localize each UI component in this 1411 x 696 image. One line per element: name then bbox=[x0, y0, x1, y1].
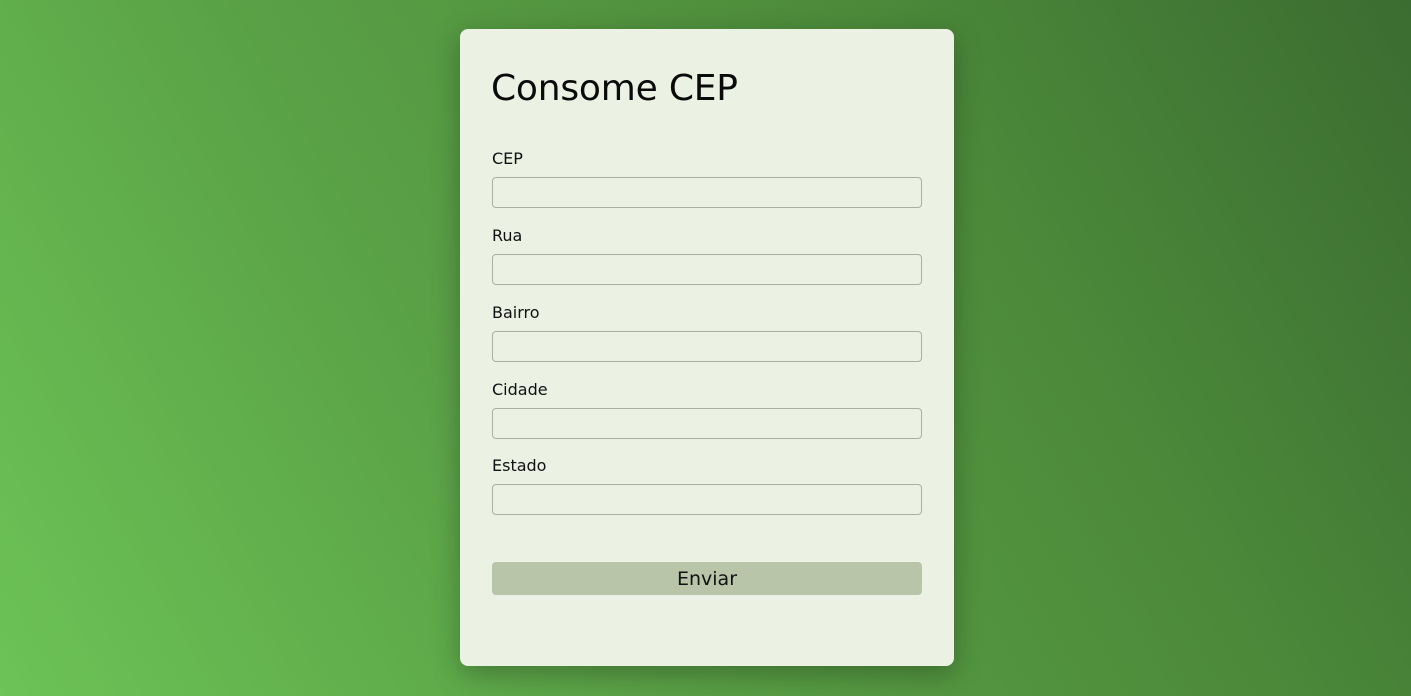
submit-button[interactable]: Enviar bbox=[492, 562, 922, 595]
cidade-input[interactable] bbox=[492, 408, 922, 439]
cep-label: CEP bbox=[492, 149, 523, 168]
estado-input[interactable] bbox=[492, 484, 922, 515]
cep-form-card: Consome CEP CEP Rua Bairro Cidade Estado… bbox=[460, 29, 954, 666]
cep-input[interactable] bbox=[492, 177, 922, 208]
estado-label: Estado bbox=[492, 456, 547, 475]
cep-field: CEP bbox=[492, 149, 922, 208]
form-title: Consome CEP bbox=[491, 68, 738, 109]
bairro-field: Bairro bbox=[492, 303, 922, 362]
rua-label: Rua bbox=[492, 226, 523, 245]
cidade-field: Cidade bbox=[492, 380, 922, 439]
rua-field: Rua bbox=[492, 226, 922, 285]
bairro-label: Bairro bbox=[492, 303, 540, 322]
cidade-label: Cidade bbox=[492, 380, 548, 399]
estado-field: Estado bbox=[492, 456, 922, 515]
bairro-input[interactable] bbox=[492, 331, 922, 362]
rua-input[interactable] bbox=[492, 254, 922, 285]
